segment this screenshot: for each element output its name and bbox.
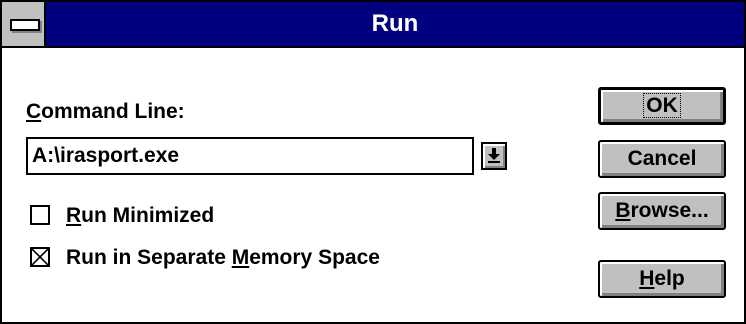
- help-button[interactable]: Help: [598, 260, 726, 298]
- window-title: Run: [371, 10, 419, 37]
- command-line-label: Command Line:: [26, 100, 185, 123]
- check-x-icon: [32, 249, 48, 265]
- run-dialog: Run Command Line: A:\irasport.exe Run Mi…: [0, 0, 746, 324]
- down-arrow-icon: [488, 148, 500, 163]
- ok-label: OK: [643, 93, 681, 118]
- run-minimized-label[interactable]: Run Minimized: [66, 204, 214, 228]
- cancel-button[interactable]: Cancel: [598, 140, 726, 178]
- system-menu-icon: [10, 19, 40, 31]
- browse-button[interactable]: Browse...: [598, 192, 726, 230]
- ok-button[interactable]: OK: [598, 87, 726, 125]
- separate-memory-label[interactable]: Run in Separate Memory Space: [66, 246, 380, 270]
- run-minimized-checkbox[interactable]: [30, 205, 50, 225]
- system-menu-button[interactable]: [2, 2, 46, 46]
- title-bar: Run: [2, 2, 744, 48]
- command-line-input[interactable]: A:\irasport.exe: [26, 137, 474, 175]
- history-dropdown-button[interactable]: [481, 142, 507, 170]
- separate-memory-checkbox[interactable]: [30, 247, 50, 267]
